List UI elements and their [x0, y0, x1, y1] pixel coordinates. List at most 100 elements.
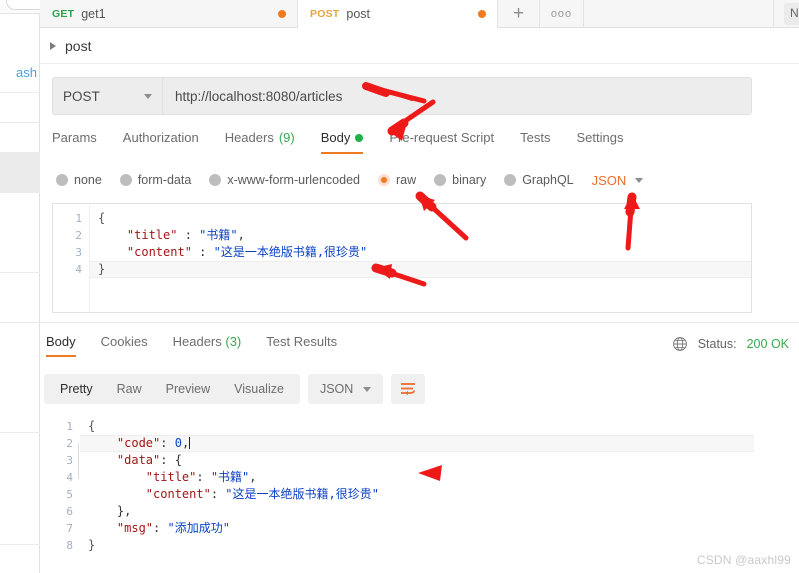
request-tab-strip: GET get1 POST post + ooo No Environment [40, 0, 799, 28]
response-format-selector[interactable]: JSON [307, 374, 384, 404]
body-type-raw[interactable]: raw [378, 173, 416, 187]
body-type-graphql[interactable]: GraphQL [504, 173, 574, 187]
url-input[interactable]: http://localhost:8080/articles [162, 77, 752, 115]
code-line-active: } [90, 261, 751, 278]
radio-label: raw [396, 173, 417, 187]
headers-count: (9) [278, 130, 295, 145]
tab-label: Cookies [100, 334, 148, 349]
radio-icon [56, 174, 68, 186]
tab-label: Test Results [266, 334, 338, 349]
environment-selector[interactable]: No Environment [784, 3, 799, 25]
request-tab-get1[interactable]: GET get1 [40, 0, 298, 28]
chevron-down-icon [144, 93, 152, 99]
wrap-lines-button[interactable] [391, 374, 426, 404]
sidebar-item-trash[interactable]: ash [0, 62, 40, 84]
tab-params[interactable]: Params [52, 130, 111, 154]
response-tab-test-results[interactable]: Test Results [266, 334, 337, 357]
view-mode-visualize[interactable]: Visualize [222, 382, 296, 396]
radio-icon [119, 174, 132, 186]
request-name-row: post [40, 28, 799, 64]
request-body-editor[interactable]: 1 2 3 4 { "title" : "书籍", "content" : "这… [52, 203, 752, 313]
status-value: 200 OK [746, 337, 789, 351]
request-name-label: post [65, 37, 92, 54]
sidebar-partial: ash [0, 0, 52, 573]
tab-headers[interactable]: Headers (9) [225, 130, 309, 154]
line-number: 1 [66, 420, 73, 433]
tab-label: Pre-request Script [389, 130, 495, 145]
status-label: Status: [697, 337, 737, 351]
chevron-down-icon[interactable] [635, 177, 644, 183]
method-label: POST [63, 88, 100, 104]
tab-label: Tests [520, 130, 551, 145]
line-number: 7 [66, 522, 73, 535]
tab-pre-request-script[interactable]: Pre-request Script [389, 130, 508, 154]
tab-options-button[interactable]: ooo [540, 0, 584, 28]
new-tab-button[interactable]: + [498, 0, 540, 28]
line-number: 8 [66, 539, 73, 552]
response-body-editor[interactable]: 1 2 3 4 5 6 7 8 { "code": 0, "data": { "… [44, 412, 754, 567]
code-line: "msg": "添加成功" [88, 521, 230, 535]
response-section-tabs: Body Cookies Headers (3) Test Results [46, 334, 362, 360]
code-line: "title": "书籍", [88, 470, 257, 484]
method-selector[interactable]: POST [52, 77, 162, 115]
line-number: 5 [66, 488, 73, 501]
tab-label: Headers [224, 130, 274, 145]
radio-icon-selected [378, 174, 390, 186]
response-editor-code[interactable]: { "code": 0, "data": { "title": "书籍", "c… [80, 412, 754, 567]
tab-body[interactable]: Body [320, 130, 378, 154]
sidebar-divider [0, 272, 40, 273]
tab-label: Headers [172, 334, 222, 349]
watermark-text: CSDN @aaxhl99 [696, 553, 791, 567]
request-section-tabs: Params Authorization Headers (9) Body Pr… [52, 130, 752, 158]
response-tab-cookies[interactable]: Cookies [101, 334, 148, 357]
body-type-form-data[interactable]: form-data [119, 173, 191, 187]
response-separator [40, 322, 799, 323]
sidebar-divider [0, 192, 40, 193]
unsaved-dot-icon [278, 10, 286, 18]
tab-label: Body [46, 334, 76, 349]
body-type-urlencoded[interactable]: x-www-form-urlencoded [209, 173, 360, 187]
request-editor-code[interactable]: { "title" : "书籍", "content" : "这是一本绝版书籍,… [89, 204, 751, 312]
wrap-lines-icon [401, 383, 416, 396]
request-editor-gutter: 1 2 3 4 [53, 204, 89, 312]
url-value: http://localhost:8080/articles [175, 88, 343, 104]
globe-icon [672, 337, 687, 351]
sidebar-divider [0, 432, 40, 433]
postman-window: ash GET get1 POST post + ooo No Environm… [0, 0, 799, 573]
body-type-none[interactable]: none [56, 173, 102, 187]
line-number: 1 [75, 212, 82, 225]
response-tab-headers[interactable]: Headers (3) [173, 334, 242, 357]
radio-icon [434, 174, 447, 186]
tab-authorization[interactable]: Authorization [123, 130, 213, 154]
view-mode-pretty[interactable]: Pretty [48, 382, 105, 396]
tab-method-label: GET [52, 8, 75, 20]
line-number: 3 [66, 454, 73, 467]
line-number: 6 [66, 505, 73, 518]
response-status-area: Status: 200 OK [672, 336, 789, 352]
sidebar-item-highlighted[interactable] [0, 152, 40, 192]
tab-name-label: get1 [81, 7, 106, 21]
radio-icon [209, 174, 222, 186]
chevron-right-icon[interactable] [50, 41, 56, 50]
radio-label: binary [452, 173, 487, 187]
tab-tests[interactable]: Tests [520, 130, 564, 154]
code-line: }, [88, 504, 132, 518]
body-type-binary[interactable]: binary [434, 173, 486, 187]
code-line: "title" : "书籍", [98, 228, 245, 242]
tab-label: Body [320, 130, 351, 145]
tab-settings[interactable]: Settings [576, 130, 637, 154]
line-number: 2 [66, 437, 73, 450]
response-editor-gutter: 1 2 3 4 5 6 7 8 [44, 412, 80, 567]
code-line: } [88, 538, 96, 552]
format-label: JSON [319, 382, 354, 396]
code-line-active: "code": 0, [80, 435, 754, 452]
sidebar-divider [0, 544, 40, 545]
view-mode-raw[interactable]: Raw [105, 382, 154, 396]
radio-icon [504, 174, 517, 186]
response-tab-body[interactable]: Body [46, 334, 76, 357]
body-present-dot-icon [355, 133, 364, 142]
request-tab-post[interactable]: POST post [298, 0, 498, 28]
raw-format-label[interactable]: JSON [592, 173, 627, 188]
indent-guide [78, 443, 79, 479]
view-mode-preview[interactable]: Preview [154, 382, 222, 396]
